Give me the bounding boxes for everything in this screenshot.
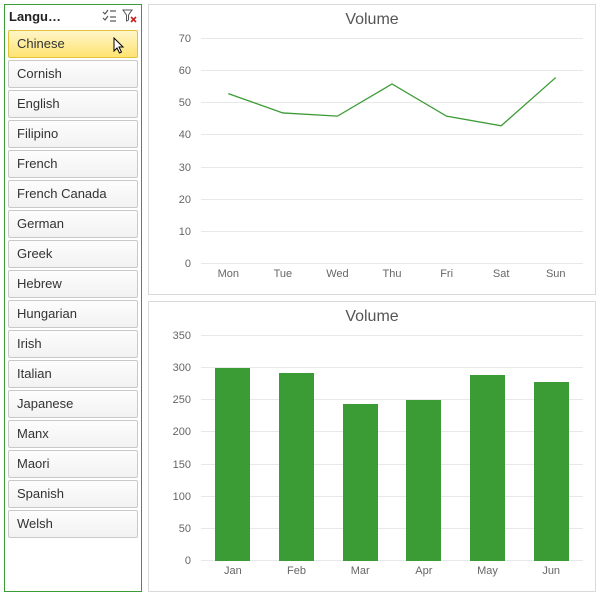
slicer-body: ChineseCornishEnglishFilipinoFrenchFrenc… — [5, 27, 141, 591]
language-slicer: Langu… ChineseCornishEnglishFilipinoFren… — [4, 4, 142, 592]
y-axis-ticks: 050100150200250300350 — [149, 336, 197, 561]
slicer-item-filipino[interactable]: Filipino — [8, 120, 138, 148]
bar — [470, 375, 505, 561]
slicer-item-hungarian[interactable]: Hungarian — [8, 300, 138, 328]
y-tick-label: 60 — [179, 65, 191, 77]
slicer-item-english[interactable]: English — [8, 90, 138, 118]
y-tick-label: 0 — [185, 555, 191, 567]
slicer-item-welsh[interactable]: Welsh — [8, 510, 138, 538]
slicer-item-japanese[interactable]: Japanese — [8, 390, 138, 418]
grid-line — [201, 367, 583, 368]
x-axis-ticks: MonTueWedThuFriSatSun — [201, 268, 583, 288]
y-tick-label: 200 — [173, 426, 191, 438]
x-tick-label: May — [456, 565, 520, 585]
slicer-item-spanish[interactable]: Spanish — [8, 480, 138, 508]
slicer-item-chinese[interactable]: Chinese — [8, 30, 138, 58]
y-tick-label: 40 — [179, 129, 191, 141]
slicer-title: Langu… — [9, 9, 97, 24]
bar — [279, 373, 314, 561]
slicer-item-irish[interactable]: Irish — [8, 330, 138, 358]
x-tick-label: Sat — [474, 268, 529, 288]
y-tick-label: 30 — [179, 162, 191, 174]
x-tick-label: Sun — [528, 268, 583, 288]
x-tick-label: Feb — [265, 565, 329, 585]
bar — [534, 382, 569, 561]
slicer-item-german[interactable]: German — [8, 210, 138, 238]
grid-line — [201, 528, 583, 529]
grid-line — [201, 399, 583, 400]
slicer-item-french-canada[interactable]: French Canada — [8, 180, 138, 208]
x-tick-label: Thu — [365, 268, 420, 288]
x-tick-label: Apr — [392, 565, 456, 585]
y-tick-label: 50 — [179, 97, 191, 109]
y-tick-label: 250 — [173, 394, 191, 406]
x-tick-label: Jun — [519, 565, 583, 585]
bar-chart-volume[interactable]: Volume 0 50 100 150 200 250 300 350 JanFebMarAp… — [148, 301, 596, 592]
x-tick-label: Mar — [328, 565, 392, 585]
slicer-item-maori[interactable]: Maori — [8, 450, 138, 478]
chart-title: Volume — [149, 5, 595, 29]
plot-area — [201, 39, 583, 264]
x-tick-label: Wed — [310, 268, 365, 288]
y-tick-label: 20 — [179, 194, 191, 206]
y-tick-label: 10 — [179, 226, 191, 238]
bar — [406, 400, 441, 561]
slicer-item-manx[interactable]: Manx — [8, 420, 138, 448]
slicer-item-hebrew[interactable]: Hebrew — [8, 270, 138, 298]
x-tick-label: Tue — [256, 268, 311, 288]
slicer-item-cornish[interactable]: Cornish — [8, 60, 138, 88]
slicer-item-greek[interactable]: Greek — [8, 240, 138, 268]
y-tick-label: 300 — [173, 362, 191, 374]
y-tick-label: 350 — [173, 330, 191, 342]
cursor-icon — [113, 37, 127, 58]
y-tick-label: 150 — [173, 459, 191, 471]
plot-area — [201, 336, 583, 561]
clearfilter-icon[interactable] — [121, 8, 137, 24]
y-tick-label: 70 — [179, 33, 191, 45]
multiselect-icon[interactable] — [101, 8, 117, 24]
grid-line — [201, 464, 583, 465]
grid-line — [201, 335, 583, 336]
x-axis-ticks: JanFebMarAprMayJun — [201, 565, 583, 585]
x-tick-label: Mon — [201, 268, 256, 288]
slicer-item-french[interactable]: French — [8, 150, 138, 178]
grid-line — [201, 431, 583, 432]
y-axis-ticks: 010203040506070 — [149, 39, 197, 264]
line-series — [201, 39, 583, 264]
x-tick-label: Fri — [419, 268, 474, 288]
slicer-header: Langu… — [5, 5, 141, 27]
bar — [215, 368, 250, 561]
y-tick-label: 100 — [173, 491, 191, 503]
grid-line — [201, 496, 583, 497]
charts-column: Volume 0 10 20 30 40 50 60 70 MonTueWedThuFriSa… — [148, 0, 600, 596]
bar — [343, 404, 378, 562]
x-tick-label: Jan — [201, 565, 265, 585]
y-tick-label: 50 — [179, 523, 191, 535]
grid-line — [201, 560, 583, 561]
chart-title: Volume — [149, 302, 595, 326]
y-tick-label: 0 — [185, 258, 191, 270]
slicer-item-italian[interactable]: Italian — [8, 360, 138, 388]
line-chart-volume[interactable]: Volume 0 10 20 30 40 50 60 70 MonTueWedThuFriSa… — [148, 4, 596, 295]
